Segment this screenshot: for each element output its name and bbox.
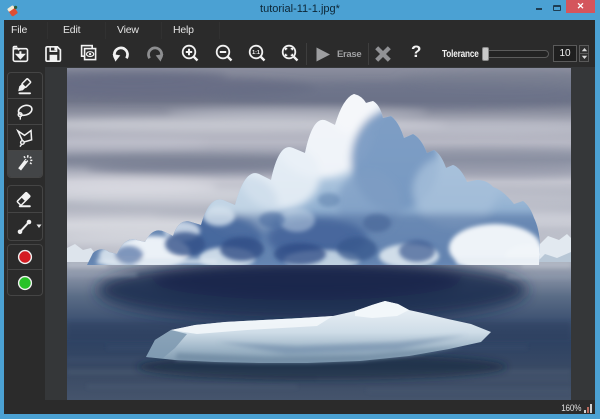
svg-text:1:1: 1:1: [252, 50, 260, 56]
